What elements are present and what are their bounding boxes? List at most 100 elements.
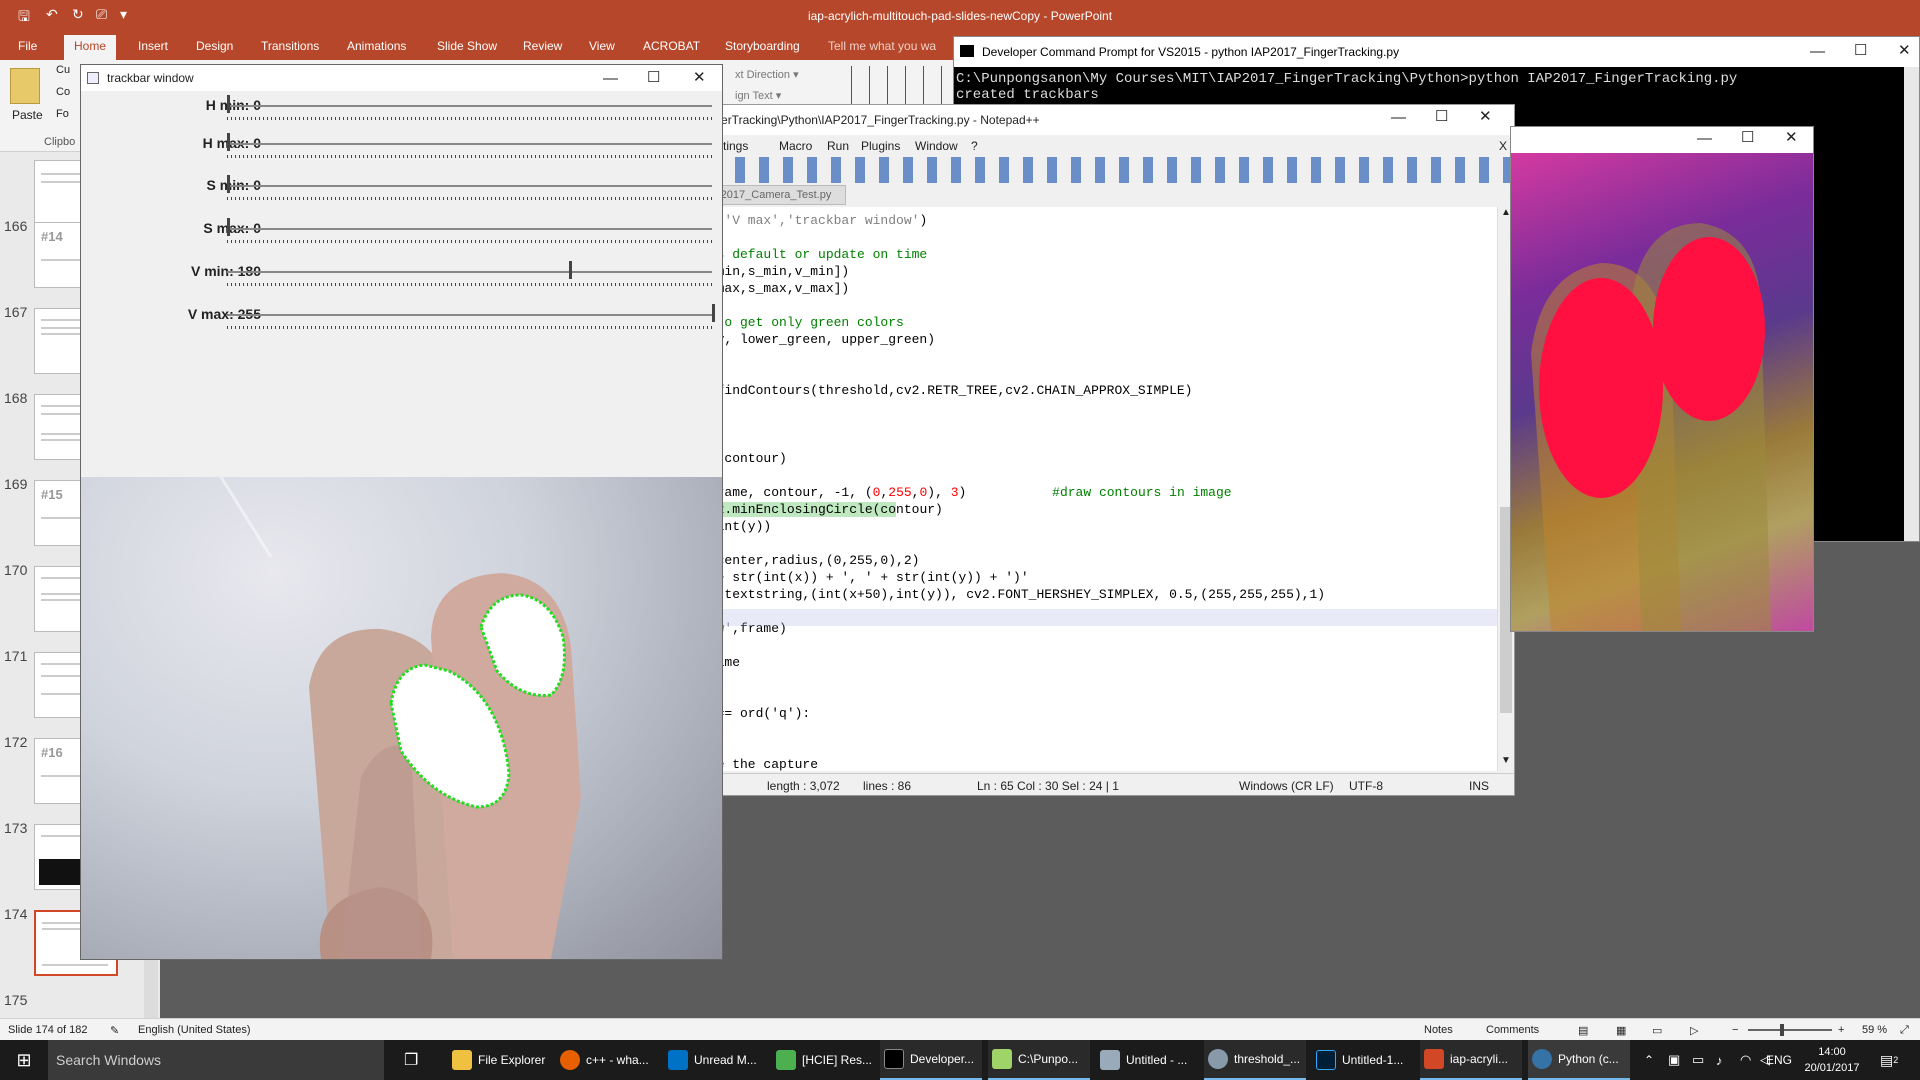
taskbar-powerpoint[interactable]: iap-acryli... <box>1420 1040 1522 1080</box>
notepad-toolbar[interactable] <box>701 157 1514 183</box>
fit-slide-icon[interactable]: ⤢ <box>1900 1024 1909 1037</box>
trackbar-slider[interactable] <box>227 185 712 187</box>
notes-button[interactable]: Notes <box>1424 1024 1453 1036</box>
zoom-slider[interactable] <box>1748 1029 1832 1031</box>
tray-clock[interactable]: 14:00 20/01/2017 <box>1800 1044 1864 1076</box>
zoom-level[interactable]: 59 % <box>1862 1024 1887 1036</box>
tab-view[interactable]: View <box>589 39 615 53</box>
trackbar-thumb[interactable] <box>227 95 230 113</box>
paste-button[interactable]: Paste <box>12 108 43 122</box>
minimize-icon[interactable]: — <box>1810 43 1825 60</box>
tray-network-icon[interactable]: ▣ <box>1668 1040 1680 1080</box>
taskbar-hcie[interactable]: [HCIE] Res... <box>772 1040 874 1080</box>
paste-icon[interactable] <box>10 68 40 104</box>
minimize-icon[interactable]: — <box>1697 130 1712 147</box>
minimize-icon[interactable]: — <box>1391 109 1406 126</box>
normal-view-icon[interactable]: ▤ <box>1578 1024 1588 1037</box>
taskbar-python[interactable]: Python (c... <box>1528 1040 1630 1080</box>
format-painter-button[interactable]: Fo <box>56 108 69 120</box>
notepad-title-bar: ingerTracking\Python\IAP2017_FingerTrack… <box>701 105 1514 135</box>
zoom-out-icon[interactable]: − <box>1732 1024 1738 1036</box>
shapes-gallery[interactable] <box>848 66 956 106</box>
trackbar-slider[interactable] <box>227 105 712 107</box>
slide-sorter-icon[interactable]: ▦ <box>1616 1024 1626 1037</box>
close-document-button[interactable]: X <box>1499 139 1507 153</box>
threshold-image <box>1511 153 1813 631</box>
task-view-icon[interactable]: ❐ <box>404 1040 428 1080</box>
tray-volume-icon[interactable]: ♪ <box>1716 1040 1723 1080</box>
maximize-icon[interactable]: ☐ <box>1435 107 1448 125</box>
tell-me-search[interactable]: Tell me what you wa <box>828 39 936 53</box>
slide-number: 172 <box>4 734 28 750</box>
trackbar-thumb[interactable] <box>569 261 573 279</box>
menu-macro[interactable]: Macro <box>779 139 812 153</box>
slide-number: 169 <box>4 476 28 492</box>
minimize-icon[interactable]: — <box>603 70 618 87</box>
slide-number: 171 <box>4 648 28 664</box>
tray-battery-icon[interactable]: ▭ <box>1692 1040 1704 1080</box>
language-status[interactable]: English (United States) <box>138 1024 251 1036</box>
slideshow-view-icon[interactable]: ▷ <box>1690 1024 1698 1037</box>
tab-file[interactable]: File <box>18 39 37 53</box>
tab-acrobat[interactable]: ACROBAT <box>643 39 700 53</box>
tab-slide-show[interactable]: Slide Show <box>437 39 497 53</box>
tab-transitions[interactable]: Transitions <box>261 39 319 53</box>
trackbar-slider[interactable] <box>227 143 712 145</box>
close-icon[interactable]: ✕ <box>693 68 706 86</box>
notepad-plus-plus-window: ingerTracking\Python\IAP2017_FingerTrack… <box>700 104 1515 796</box>
close-icon[interactable]: ✕ <box>1898 41 1911 59</box>
trackbar-row: H max: 0 <box>81 133 724 171</box>
menu-run[interactable]: Run <box>827 139 849 153</box>
maximize-icon[interactable]: ☐ <box>1741 128 1754 146</box>
tray-chevron-icon[interactable]: ⌃ <box>1644 1040 1654 1080</box>
zoom-in-icon[interactable]: + <box>1838 1024 1844 1036</box>
tab-insert[interactable]: Insert <box>138 39 168 53</box>
tray-language[interactable]: ENG <box>1766 1040 1792 1080</box>
taskbar-outlook[interactable]: Unread M... <box>664 1040 766 1080</box>
taskbar-developer-prompt[interactable]: Developer... <box>880 1040 982 1080</box>
trackbar-title-bar: trackbar window — ☐ ✕ <box>81 65 722 91</box>
trackbar-thumb[interactable] <box>227 175 230 193</box>
trackbar-slider[interactable] <box>227 271 712 273</box>
taskbar-firefox[interactable]: c++ - wha... <box>556 1040 658 1080</box>
trackbar-thumb[interactable] <box>712 304 715 322</box>
action-center-icon[interactable]: ▤ 2 <box>1880 1040 1898 1080</box>
clipboard-group-label: Clipbo <box>44 136 76 148</box>
slide-number: 170 <box>4 562 28 578</box>
code-editor[interactable]: os('V max','trackbar window') ers defaul… <box>701 207 1497 771</box>
trackbar-slider[interactable] <box>227 314 712 316</box>
copy-button[interactable]: Co <box>56 86 70 98</box>
align-text-button[interactable]: ign Text ▾ <box>735 89 781 102</box>
search-box[interactable]: Search Windows <box>48 1040 384 1080</box>
taskbar-file-explorer[interactable]: File Explorer <box>448 1040 550 1080</box>
spellcheck-icon[interactable]: ✎ <box>110 1024 119 1037</box>
maximize-icon[interactable]: ☐ <box>1854 41 1867 59</box>
trackbar-slider[interactable] <box>227 228 712 230</box>
taskbar-threshold[interactable]: threshold_... <box>1204 1040 1306 1080</box>
taskbar-untitled[interactable]: Untitled - ... <box>1096 1040 1198 1080</box>
tab-home[interactable]: Home <box>64 35 117 60</box>
tab-storyboarding[interactable]: Storyboarding <box>725 39 800 53</box>
tray-wifi-icon[interactable]: ◠ <box>1740 1040 1751 1080</box>
menu-plugins[interactable]: Plugins <box>861 139 900 153</box>
menu-help[interactable]: ? <box>971 139 978 153</box>
taskbar-notepadpp[interactable]: C:\Punpo... <box>988 1040 1090 1080</box>
close-icon[interactable]: ✕ <box>1479 107 1492 125</box>
reading-view-icon[interactable]: ▭ <box>1652 1024 1662 1037</box>
tab-review[interactable]: Review <box>523 39 562 53</box>
start-icon[interactable]: ⊞ <box>10 1040 38 1080</box>
close-icon[interactable]: ✕ <box>1785 128 1798 146</box>
trackbar-thumb[interactable] <box>227 133 230 151</box>
tab-animations[interactable]: Animations <box>347 39 406 53</box>
text-direction-button[interactable]: xt Direction ▾ <box>735 68 799 81</box>
menu-window[interactable]: Window <box>915 139 958 153</box>
trackbar-ticks <box>227 197 712 200</box>
trackbar-thumb[interactable] <box>227 218 230 236</box>
zoom-slider-thumb[interactable] <box>1780 1024 1784 1036</box>
taskbar-photoshop[interactable]: Untitled-1... <box>1312 1040 1414 1080</box>
tab-design[interactable]: Design <box>196 39 233 53</box>
console-scrollbar[interactable] <box>1904 67 1919 541</box>
cut-button[interactable]: Cu <box>56 64 70 76</box>
comments-button[interactable]: Comments <box>1486 1024 1539 1036</box>
maximize-icon[interactable]: ☐ <box>647 68 660 86</box>
